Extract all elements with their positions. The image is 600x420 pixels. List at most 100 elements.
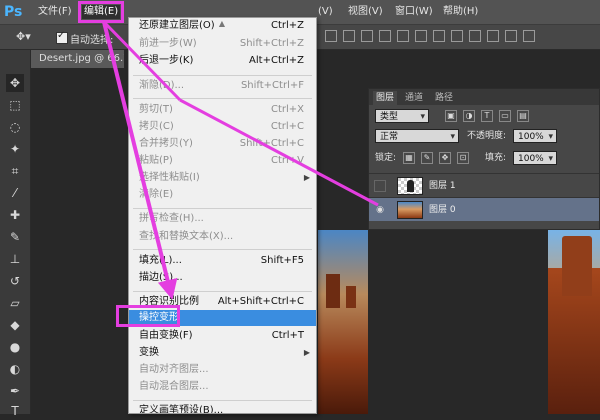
tab-channels[interactable]: 通道 [405, 91, 423, 105]
tab-layers[interactable]: 图层 [373, 91, 398, 105]
align-left-icon[interactable] [379, 30, 391, 42]
pen-tool-icon[interactable]: ✒ [6, 382, 24, 400]
menu-find-replace[interactable]: 查找和替换文本(X)... [129, 229, 316, 245]
fill-label: 填充: [485, 153, 507, 163]
lock-label: 锁定: [375, 153, 397, 163]
menu-fade[interactable]: 渐隐(D)... Shift+Ctrl+F [129, 78, 316, 94]
auto-select-label: 自动选择: [70, 35, 114, 46]
brush-tool-icon[interactable]: ✎ [6, 228, 24, 246]
menu-step-forward[interactable]: 前进一步(W) Shift+Ctrl+Z [129, 36, 316, 52]
lock-transparent-icon[interactable]: ▦ [403, 152, 415, 164]
menu-view[interactable]: 视图(V) [348, 5, 383, 19]
align-hcenter-icon[interactable] [397, 30, 409, 42]
menu-clear[interactable]: 清除(E) [129, 187, 316, 203]
menu-paste[interactable]: 粘贴(P) Ctrl+V [129, 153, 316, 169]
menu-undo[interactable]: 还原建立图层(O) Ctrl+Z [129, 18, 316, 34]
layer-name: 图层 0 [429, 205, 456, 215]
filter-type-icon[interactable]: T [481, 110, 493, 122]
layer-row-1[interactable]: 图层 1 [369, 173, 599, 197]
history-brush-tool-icon[interactable]: ↺ [6, 272, 24, 290]
menu-fill[interactable]: 填充(L)... Shift+F5 [129, 253, 316, 269]
filter-adjustment-icon[interactable]: ◑ [463, 110, 475, 122]
menu-copy-merged[interactable]: 合并拷贝(Y) Shift+Ctrl+C [129, 136, 316, 152]
lock-all-icon[interactable]: ⊡ [457, 152, 469, 164]
distribute-hcenter-icon[interactable] [505, 30, 517, 42]
distribute-top-icon[interactable] [433, 30, 445, 42]
eyedropper-tool-icon[interactable]: ⁄ [6, 184, 24, 202]
distribute-vcenter-icon[interactable] [451, 30, 463, 42]
menu-free-transform[interactable]: 自由变换(F) Ctrl+T [129, 328, 316, 344]
menu-stroke[interactable]: 描边(S)... [129, 270, 316, 286]
menu-paste-special[interactable]: 选择性粘贴(I) ▶ [129, 170, 316, 186]
menu-window[interactable]: 窗口(W) [395, 5, 433, 19]
filter-pixel-icon[interactable]: ▣ [445, 110, 457, 122]
tools-panel: ✥ ⬚ ◌ ✦ ⌗ ⁄ ✚ ✎ ⊥ ↺ ▱ ◆ ● ◐ ✒ T [0, 50, 31, 418]
distribute-left-icon[interactable] [487, 30, 499, 42]
menu-transform[interactable]: 变换 ▶ [129, 345, 316, 361]
menu-separator [133, 249, 312, 250]
submenu-arrow-icon: ▶ [303, 173, 310, 182]
document-tab[interactable]: Desert.jpg @ 66.7% [31, 50, 124, 68]
document-image-left [318, 230, 368, 414]
edit-menu-dropdown: ▲ 还原建立图层(O) Ctrl+Z 前进一步(W) Shift+Ctrl+Z 后退… [128, 17, 317, 414]
align-top-icon[interactable] [325, 30, 337, 42]
lock-pixels-icon[interactable]: ✎ [421, 152, 433, 164]
photoshop-logo-icon: Ps [4, 4, 23, 20]
menu-separator [133, 98, 312, 99]
eraser-tool-icon[interactable]: ▱ [6, 294, 24, 312]
opacity-input[interactable]: 100% [513, 129, 557, 143]
layer-filter-dropdown[interactable]: 类型 [375, 109, 429, 123]
clone-stamp-tool-icon[interactable]: ⊥ [6, 250, 24, 268]
crop-tool-icon[interactable]: ⌗ [6, 162, 24, 180]
distribute-bottom-icon[interactable] [469, 30, 481, 42]
menu-copy[interactable]: 拷贝(C) Ctrl+C [129, 119, 316, 135]
magic-wand-tool-icon[interactable]: ✦ [6, 140, 24, 158]
fill-input[interactable]: 100% [513, 151, 557, 165]
move-tool-options-icon[interactable]: ✥▾ [16, 30, 38, 44]
menu-define-brush-preset[interactable]: 定义画笔预设(B)... [129, 403, 316, 413]
menu-spell-check[interactable]: 拼写检查(H)... [129, 211, 316, 227]
filter-smart-object-icon[interactable]: ▤ [517, 110, 529, 122]
layer-thumbnail [397, 177, 423, 195]
lock-position-icon[interactable]: ✥ [439, 152, 451, 164]
menu-edit[interactable]: 编辑(E) [77, 1, 125, 23]
opacity-label: 不透明度: [467, 131, 507, 141]
align-bottom-icon[interactable] [361, 30, 373, 42]
layer-row-0[interactable]: ◉ 图层 0 [369, 197, 599, 221]
blend-mode-dropdown[interactable]: 正常 [375, 129, 459, 143]
align-vcenter-icon[interactable] [343, 30, 355, 42]
menu-file[interactable]: 文件(F) [38, 5, 72, 19]
submenu-arrow-icon: ▶ [303, 348, 310, 357]
menu-auto-blend-layers[interactable]: 自动混合图层... [129, 379, 316, 395]
healing-brush-tool-icon[interactable]: ✚ [6, 206, 24, 224]
marquee-tool-icon[interactable]: ⬚ [6, 96, 24, 114]
layers-panel-tabs: 图层 通道 路径 [369, 89, 599, 105]
layer-name: 图层 1 [429, 181, 456, 191]
eye-icon[interactable]: ◉ [374, 204, 386, 216]
align-right-icon[interactable] [415, 30, 427, 42]
annotation-highlight-box [116, 305, 180, 327]
lasso-tool-icon[interactable]: ◌ [6, 118, 24, 136]
menu-help[interactable]: 帮助(H) [443, 5, 478, 19]
layer-thumbnail [397, 201, 423, 219]
menu-separator [133, 291, 312, 292]
dodge-tool-icon[interactable]: ◐ [6, 360, 24, 378]
blur-tool-icon[interactable]: ● [6, 338, 24, 356]
menu-cut[interactable]: 剪切(T) Ctrl+X [129, 102, 316, 118]
menu-step-backward[interactable]: 后退一步(K) Alt+Ctrl+Z [129, 53, 316, 69]
menu-separator [133, 75, 312, 76]
filter-shape-icon[interactable]: ▭ [499, 110, 511, 122]
menu-view-partial[interactable]: (V) [318, 5, 333, 19]
menu-auto-align-layers[interactable]: 自动对齐图层... [129, 362, 316, 378]
paint-bucket-tool-icon[interactable]: ◆ [6, 316, 24, 334]
move-tool-icon[interactable]: ✥ [6, 74, 24, 92]
layers-panel: 图层 通道 路径 类型 ▣ ◑ T ▭ ▤ 正常 不透明度: 100% 锁定: … [368, 88, 600, 230]
visibility-toggle-icon[interactable] [374, 180, 386, 192]
auto-select-checkbox[interactable] [56, 30, 68, 44]
menu-separator [133, 208, 312, 209]
tab-paths[interactable]: 路径 [435, 91, 453, 105]
menu-separator [133, 400, 312, 401]
distribute-right-icon[interactable] [523, 30, 535, 42]
align-distribute-buttons [325, 30, 595, 44]
type-tool-icon[interactable]: T [6, 402, 24, 420]
